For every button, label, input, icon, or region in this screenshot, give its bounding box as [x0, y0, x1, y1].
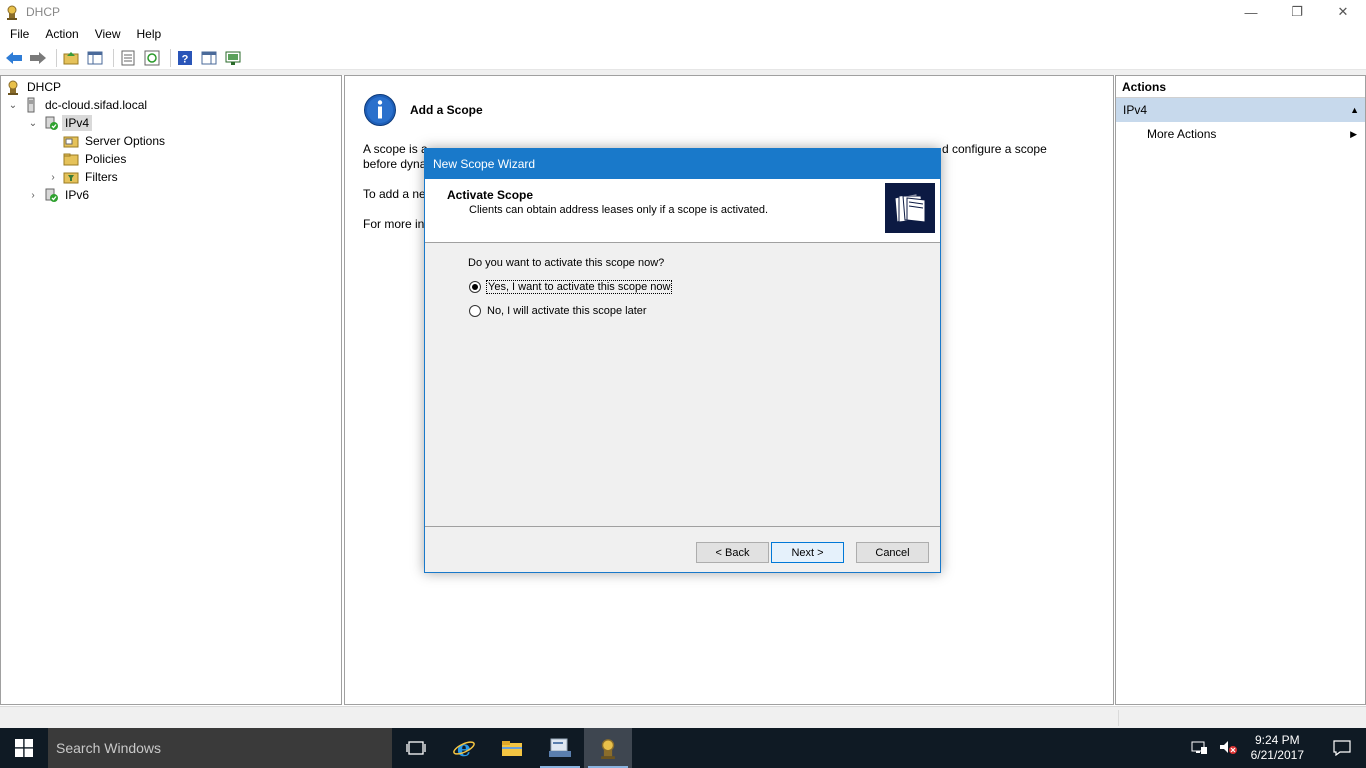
chevron-right-icon[interactable]: › — [27, 189, 39, 201]
description-line-1-end: d configure a scope — [942, 142, 1047, 156]
server-icon — [23, 97, 39, 113]
description-line-4: For more in — [363, 217, 425, 231]
dhcp-icon — [5, 79, 21, 95]
new-scope-wizard-dialog: New Scope Wizard Activate Scope Clients … — [424, 148, 941, 573]
clock-time: 9:24 PM — [1254, 733, 1300, 747]
radio-button[interactable] — [469, 305, 481, 317]
chevron-down-icon[interactable]: ⌄ — [7, 99, 19, 111]
server-manager-icon[interactable] — [536, 728, 584, 768]
dialog-title[interactable]: New Scope Wizard — [425, 149, 940, 179]
wizard-footer: < Back Next > Cancel — [425, 526, 940, 573]
volume-muted-icon[interactable] — [1219, 739, 1239, 758]
taskbar-search-box[interactable]: Search Windows — [48, 728, 392, 768]
ipv6-icon — [43, 187, 59, 203]
properties-icon[interactable] — [118, 48, 138, 68]
radio-activate-later-label[interactable]: No, I will activate this scope later — [487, 305, 647, 317]
radio-activate-later[interactable]: No, I will activate this scope later — [469, 305, 647, 317]
radio-activate-now[interactable]: Yes, I want to activate this scope now — [469, 280, 673, 294]
forward-arrow-icon[interactable] — [28, 48, 48, 68]
menu-action[interactable]: Action — [39, 27, 84, 41]
dhcp-app-icon — [7, 5, 17, 20]
wizard-header: Activate Scope Clients can obtain addres… — [425, 179, 940, 243]
more-actions-label: More Actions — [1147, 127, 1217, 141]
ipv4-icon — [43, 115, 59, 131]
show-hide-tree-icon[interactable] — [85, 48, 105, 68]
folder-icon — [63, 151, 79, 167]
menu-view[interactable]: View — [89, 27, 127, 41]
wizard-heading: Activate Scope — [447, 188, 534, 202]
tree-item-policies[interactable]: Policies — [63, 150, 129, 168]
more-actions-item[interactable]: More Actions ▶ — [1116, 122, 1365, 146]
title-bar: DHCP — ❐ ✕ — [0, 0, 1366, 24]
tree-item-server-options[interactable]: Server Options — [63, 132, 168, 150]
wizard-subheading: Clients can obtain address leases only i… — [469, 204, 768, 216]
up-folder-icon[interactable] — [61, 48, 81, 68]
actions-section-label: IPv4 — [1123, 103, 1148, 117]
task-view-icon[interactable] — [392, 728, 440, 768]
actions-header: Actions — [1116, 76, 1365, 98]
taskbar: Search Windows e 9:24 PM 6/21/2017 — [0, 728, 1366, 768]
minimize-button[interactable]: — — [1228, 0, 1274, 24]
menu-file[interactable]: File — [4, 27, 35, 41]
cancel-button[interactable]: Cancel — [856, 542, 929, 563]
chevron-down-icon[interactable]: ⌄ — [27, 117, 39, 129]
info-icon — [364, 94, 396, 126]
tree-item-server[interactable]: ⌄ dc-cloud.sifad.local — [7, 96, 150, 114]
collapse-up-icon[interactable]: ▲ — [1350, 105, 1359, 115]
windows-start-icon[interactable] — [0, 728, 48, 768]
tree-item-filters[interactable]: › Filters — [47, 168, 121, 186]
radio-activate-now-label[interactable]: Yes, I want to activate this scope now — [485, 280, 673, 294]
console-tree: DHCP ⌄ dc-cloud.sifad.local ⌄ IPv4 Serve… — [0, 75, 342, 705]
show-hide-action-pane-icon[interactable] — [199, 48, 219, 68]
action-center-icon[interactable] — [1318, 740, 1366, 756]
clock[interactable]: 9:24 PM 6/21/2017 — [1251, 733, 1304, 763]
status-bar — [0, 706, 1366, 728]
description-line-2: before dyna — [363, 157, 427, 171]
monitor-icon[interactable] — [223, 48, 243, 68]
next-button[interactable]: Next > — [771, 542, 844, 563]
clock-date: 6/21/2017 — [1250, 748, 1304, 762]
folder-options-icon — [63, 133, 79, 149]
tree-item-ipv4[interactable]: ⌄ IPv4 — [27, 114, 93, 132]
network-icon[interactable] — [1191, 739, 1209, 758]
toolbar: ? — [0, 46, 1366, 70]
window-title: DHCP — [26, 5, 61, 19]
back-arrow-icon[interactable] — [4, 48, 24, 68]
page-title: Add a Scope — [410, 103, 483, 117]
description-line-1: A scope is a — [363, 142, 428, 156]
activate-question: Do you want to activate this scope now? — [468, 257, 665, 269]
back-button[interactable]: < Back — [696, 542, 769, 563]
search-placeholder: Search Windows — [56, 740, 162, 756]
actions-section-ipv4[interactable]: IPv4 ▲ — [1116, 98, 1365, 122]
filter-icon — [63, 169, 79, 185]
help-icon[interactable]: ? — [175, 48, 195, 68]
wizard-body: Do you want to activate this scope now? … — [425, 243, 940, 526]
file-explorer-icon[interactable] — [488, 728, 536, 768]
svg-text:e: e — [457, 736, 471, 760]
menu-bar: File Action View Help — [0, 24, 1366, 44]
dhcp-taskbar-icon[interactable] — [584, 728, 632, 768]
actions-pane: Actions IPv4 ▲ More Actions ▶ — [1115, 75, 1366, 705]
restore-button[interactable]: ❐ — [1274, 0, 1320, 24]
menu-help[interactable]: Help — [131, 27, 168, 41]
internet-explorer-icon[interactable]: e — [440, 728, 488, 768]
system-tray: 9:24 PM 6/21/2017 — [1191, 728, 1366, 768]
close-button[interactable]: ✕ — [1320, 0, 1366, 24]
chevron-right-icon[interactable]: › — [47, 171, 59, 183]
description-line-3: To add a ne — [363, 187, 426, 201]
radio-button-selected[interactable] — [469, 281, 481, 293]
refresh-icon[interactable] — [142, 48, 162, 68]
submenu-arrow-icon: ▶ — [1350, 128, 1357, 139]
wizard-folder-icon — [885, 183, 935, 233]
tree-item-ipv6[interactable]: › IPv6 — [27, 186, 92, 204]
tree-item-dhcp[interactable]: DHCP — [5, 78, 64, 96]
svg-text:?: ? — [182, 53, 189, 65]
